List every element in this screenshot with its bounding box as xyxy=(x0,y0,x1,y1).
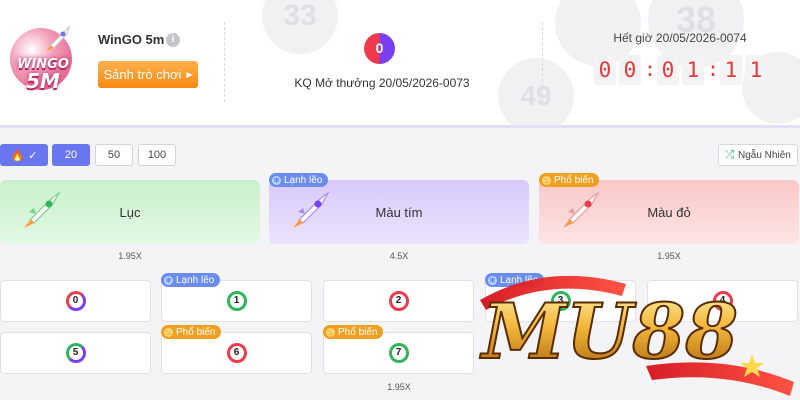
bet-green-odds: 1.95X xyxy=(118,251,142,261)
mu88-watermark-logo: MU88 xyxy=(478,275,794,396)
hot-tag-label: Phổ biến xyxy=(176,326,216,338)
bet-red-odds: 1.95X xyxy=(657,251,681,261)
countdown-timer: 0 0 : 0 1 : 1 1 xyxy=(594,55,767,85)
cold-tag-label: Lạnh lẽo xyxy=(284,174,323,186)
flame-icon: ♨ xyxy=(164,327,173,337)
timer-digit: 0 xyxy=(657,55,679,85)
flame-icon: ♨ xyxy=(542,175,551,185)
hot-tag-label: Phổ biến xyxy=(554,174,594,186)
cold-tag: ❄ Lạnh lẽo xyxy=(269,173,329,187)
number-ball: 5 xyxy=(65,343,86,363)
flame-icon: 🔥 xyxy=(10,149,25,162)
number-ball: 6 xyxy=(226,343,247,363)
bet-green-label: Lục xyxy=(119,204,141,220)
shuffle-icon: ⤮ xyxy=(725,148,734,161)
number-bet-cell[interactable]: 5 xyxy=(0,332,151,374)
multiplier-100-button[interactable]: 100 xyxy=(138,144,176,166)
last-result-label: KQ Mở thưởng 20/05/2026-0073 xyxy=(294,76,470,90)
game-name: WinGO 5m xyxy=(98,32,165,47)
last-result-ball: 0 xyxy=(364,33,395,64)
timer-separator: : xyxy=(644,57,657,81)
timer-digit: 0 xyxy=(594,55,616,85)
hot-filter-toggle[interactable]: 🔥 ✓ xyxy=(0,144,48,166)
hot-tag-label: Phổ biến xyxy=(338,326,378,338)
logo-text: WINGO 5M xyxy=(12,56,74,93)
hot-tag: ♨ Phổ biến xyxy=(323,325,384,339)
game-header: 33 38 49 WINGO 5M WinGO 5m i Sảnh trò ch… xyxy=(0,0,800,128)
hot-tag: ♨ Phổ biến xyxy=(539,173,600,187)
hot-tag: ♨ Phổ biến xyxy=(161,325,222,339)
cold-tag: ❄ Lạnh lẽo xyxy=(161,273,221,287)
bet-red-card[interactable]: Màu đỏ xyxy=(539,180,799,244)
mu88-watermark-text: MU88 xyxy=(479,287,738,376)
snowflake-icon: ❄ xyxy=(272,175,281,185)
multiplier-50-button[interactable]: 50 xyxy=(95,144,133,166)
snowflake-icon: ❄ xyxy=(164,275,173,285)
lobby-button[interactable]: Sảnh trò chơi ▶ xyxy=(98,61,198,88)
timer-digit: 1 xyxy=(682,55,704,85)
multiplier-20-button[interactable]: 20 xyxy=(52,144,90,166)
watermark-ball: 33 xyxy=(262,0,338,54)
number-ball: 2 xyxy=(388,291,409,311)
bet-violet-label: Màu tím xyxy=(375,204,423,220)
bet-violet-odds: 4.5X xyxy=(389,251,409,261)
divider xyxy=(224,22,225,102)
divider xyxy=(542,22,543,102)
number-bet-cell[interactable]: 0 xyxy=(0,280,151,322)
number-odds: 1.95X xyxy=(387,382,411,392)
wingo-logo: WINGO 5M xyxy=(8,24,74,94)
timer-separator: : xyxy=(707,57,720,81)
flame-icon: ♨ xyxy=(326,327,335,337)
bet-red-label: Màu đỏ xyxy=(647,204,691,220)
number-bet-cell[interactable]: 2 xyxy=(323,280,474,322)
cold-tag-label: Lạnh lẽo xyxy=(176,274,215,286)
info-icon[interactable]: i xyxy=(166,33,180,47)
random-button-label: Ngẫu Nhiên xyxy=(738,149,791,161)
bet-green-card[interactable]: Lục xyxy=(0,180,260,244)
number-ball: 7 xyxy=(388,343,409,363)
play-arrow-icon: ▶ xyxy=(186,70,193,79)
watermark-ball: 49 xyxy=(498,58,574,125)
lobby-button-label: Sảnh trò chơi xyxy=(103,67,182,82)
bet-violet-card[interactable]: Màu tím xyxy=(269,180,529,244)
rocket-icon xyxy=(46,25,71,51)
check-icon: ✓ xyxy=(28,149,38,162)
number-ball: 1 xyxy=(226,291,247,311)
timer-digit: 1 xyxy=(745,55,767,85)
deadline-label: Hết giờ 20/05/2026-0074 xyxy=(613,31,747,45)
timer-digit: 0 xyxy=(619,55,641,85)
timer-digit: 1 xyxy=(720,55,742,85)
logo-line2: 5M xyxy=(26,69,60,93)
random-button[interactable]: ⤮ Ngẫu Nhiên xyxy=(718,144,798,166)
number-ball: 0 xyxy=(65,291,86,311)
